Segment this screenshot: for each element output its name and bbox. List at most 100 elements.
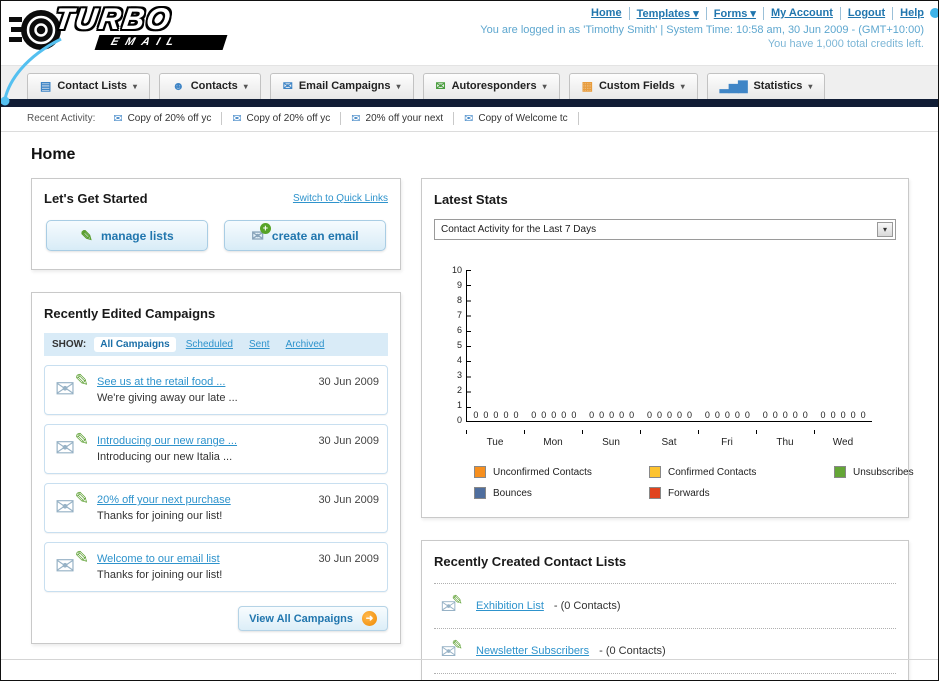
switch-quick-links-link[interactable]: Switch to Quick Links	[293, 193, 388, 204]
create-email-button[interactable]: ✉ + create an email	[224, 220, 386, 251]
envelope-plus-icon: ✉ +	[251, 222, 271, 245]
main-content: Home Let's Get Started Switch to Quick L…	[1, 132, 938, 680]
campaign-row[interactable]: ✉ ✎ 20% off your next purchase Thanks fo…	[44, 483, 388, 533]
top-link-my-account[interactable]: My Account	[764, 7, 841, 20]
recent-activity-item[interactable]: ✉ Copy of 20% off yc	[222, 112, 342, 125]
legend-swatch	[834, 466, 846, 478]
campaign-subtitle: Introducing our new Italia ...	[97, 451, 233, 463]
logo-title: TURBO	[52, 3, 175, 36]
envelope-icon: ✉	[55, 494, 76, 521]
legend-label: Bounces	[493, 487, 532, 499]
top-link-home[interactable]: Home	[584, 7, 630, 20]
contact-list-link[interactable]: Newsletter Subscribers	[476, 645, 589, 657]
bar-value-label: 0	[609, 410, 615, 420]
legend-item: Forwards	[649, 487, 834, 499]
campaign-row[interactable]: ✉ ✎ Welcome to our email list Thanks for…	[44, 542, 388, 592]
bar-value-label: 0	[820, 410, 826, 420]
bar-value-label: 0	[656, 410, 662, 420]
campaign-row[interactable]: ✉ ✎ See us at the retail food ... We're …	[44, 365, 388, 415]
campaign-date: 30 Jun 2009	[318, 376, 379, 388]
top-link-logout[interactable]: Logout	[841, 7, 894, 20]
recent-campaigns-panel: Recently Edited Campaigns SHOW: All Camp…	[31, 292, 401, 644]
legend-label: Confirmed Contacts	[668, 466, 757, 478]
campaign-subtitle: Thanks for joining our list!	[97, 510, 223, 522]
legend-swatch	[649, 487, 661, 499]
nav-tab-contacts[interactable]: ☻ Contacts ▾	[159, 73, 261, 99]
filter-tab-scheduled[interactable]: Scheduled	[180, 337, 239, 352]
top-link-forms[interactable]: Forms ▾	[707, 7, 764, 20]
nav-tab-email-campaigns[interactable]: ✉ Email Campaigns ▾	[269, 73, 414, 99]
legend-item: Unsubscribes	[834, 466, 938, 478]
chart-group: 00000	[641, 270, 699, 421]
nav-tab-label: Statistics	[753, 80, 803, 92]
contact-list-row[interactable]: ✉ ✎ Newsletter Subscribers - (0 Contacts…	[434, 629, 896, 674]
recent-activity-items: ✉ Copy of 20% off yc ✉ Copy of 20% off y…	[103, 112, 579, 125]
recent-activity-item[interactable]: ✉ Copy of 20% off yc	[103, 112, 223, 125]
nav-tab-autoresponders[interactable]: ✉ Autoresponders ▾	[422, 73, 560, 99]
recent-activity-item[interactable]: ✉ 20% off your next	[341, 112, 455, 125]
bar-value-label: 0	[646, 410, 652, 420]
manage-lists-button[interactable]: ✎ manage lists	[46, 220, 208, 251]
campaign-title-link[interactable]: Welcome to our email list	[97, 553, 310, 565]
nav-tab-icon: ▦	[581, 79, 593, 93]
top-link-templates[interactable]: Templates ▾	[630, 7, 707, 20]
contact-list-link[interactable]: Exhibition List	[476, 600, 544, 612]
nav-tab-icon: ✉	[282, 79, 293, 93]
campaign-title-link[interactable]: See us at the retail food ...	[97, 376, 310, 388]
chevron-down-icon: ▾	[133, 81, 138, 91]
bar-value-label: 0	[850, 410, 856, 420]
x-tick-label: Thu	[776, 437, 794, 448]
stats-period-value: Contact Activity for the Last 7 Days	[441, 224, 597, 235]
bar-value-label: 0	[802, 410, 808, 420]
campaign-title-link[interactable]: 20% off your next purchase	[97, 494, 310, 506]
arrow-right-icon: ➜	[362, 611, 377, 626]
chart-x-labels: Tue Mon Sun Sat Fri Thu Wed	[466, 434, 872, 448]
campaign-title-link[interactable]: Introducing our new range ...	[97, 435, 310, 447]
chevron-down-icon: ▾	[243, 81, 248, 91]
filter-tab-sent[interactable]: Sent	[243, 337, 276, 352]
nav-tab-label: Contacts	[190, 80, 238, 92]
stats-period-select[interactable]: Contact Activity for the Last 7 Days ▾	[434, 219, 896, 240]
chevron-down-icon: ▾	[877, 222, 893, 237]
bar-value-label: 0	[589, 410, 595, 420]
bar-value-label: 0	[571, 410, 577, 420]
logo-text: TURBO EMAIL	[52, 3, 228, 50]
edit-email-icon: ✉ ✎	[53, 371, 89, 406]
bar-value-label: 0	[860, 410, 866, 420]
contact-activity-chart: 10 9 8 7 6 5 4 3 2 1 0 000000000000000000000000000…	[448, 265, 896, 430]
nav-tab-custom-fields[interactable]: ▦ Custom Fields ▾	[568, 73, 698, 99]
bar-value-label: 0	[503, 410, 509, 420]
x-tick-label: Sun	[602, 437, 620, 448]
x-tick-label: Fri	[721, 437, 733, 448]
chart-group: 00000	[467, 270, 525, 421]
edit-email-icon: ✉ ✎	[53, 489, 89, 524]
legend-swatch	[649, 466, 661, 478]
nav-tab-statistics[interactable]: ▂▅▇ Statistics ▾	[706, 73, 826, 99]
contact-list-row[interactable]: ✉ ✎ Exhibition List - (0 Contacts)	[434, 584, 896, 629]
view-all-campaigns-label: View All Campaigns	[249, 612, 353, 625]
filter-tab-all-campaigns[interactable]: All Campaigns	[94, 337, 176, 352]
campaign-date: 30 Jun 2009	[318, 553, 379, 565]
bar-value-label: 0	[744, 410, 750, 420]
edit-email-icon: ✉ ✎	[53, 548, 89, 583]
recent-activity-item[interactable]: ✉ Copy of Welcome tc	[454, 112, 579, 125]
nav-tab-label: Autoresponders	[451, 80, 537, 92]
y-tick-label: 1	[456, 400, 462, 410]
view-all-campaigns-button[interactable]: View All Campaigns ➜	[238, 606, 388, 631]
envelope-icon: ✉	[464, 113, 474, 125]
legend-item: Bounces	[474, 487, 649, 499]
y-tick-label: 7	[456, 310, 462, 320]
filter-tab-archived[interactable]: Archived	[280, 337, 331, 352]
bar-value-label: 0	[619, 410, 625, 420]
chart-group: 00000	[814, 270, 872, 421]
bar-value-label: 0	[704, 410, 710, 420]
recent-activity-item-label: 20% off your next	[365, 113, 444, 124]
get-started-title: Let's Get Started	[44, 191, 148, 206]
contact-list-count: - (0 Contacts)	[553, 600, 621, 612]
y-tick-label: 6	[456, 325, 462, 335]
campaign-row[interactable]: ✉ ✎ Introducing our new range ... Introd…	[44, 424, 388, 474]
x-tick-label: Wed	[832, 437, 854, 448]
recent-activity-item-label: Copy of 20% off yc	[127, 113, 212, 124]
bar-value-label: 0	[830, 410, 836, 420]
top-link-help[interactable]: Help	[893, 7, 924, 20]
